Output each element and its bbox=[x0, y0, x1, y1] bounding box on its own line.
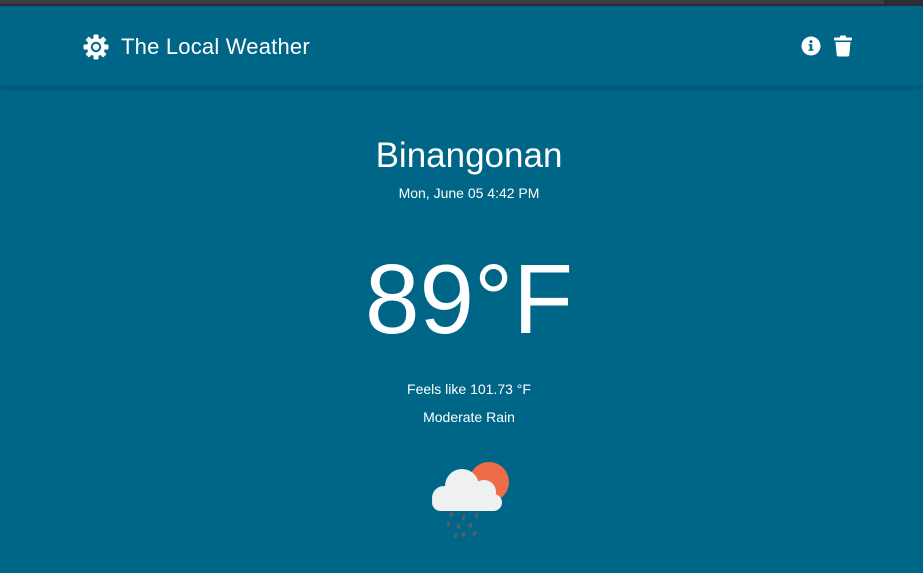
rain-drops bbox=[446, 512, 479, 538]
header-actions bbox=[791, 34, 855, 58]
brand: The Local Weather bbox=[82, 33, 310, 61]
feels-like: Feels like 101.73 °F bbox=[407, 381, 531, 397]
date-time: Mon, June 05 4:42 PM bbox=[398, 185, 540, 201]
app-bar: The Local Weather bbox=[0, 6, 923, 86]
delete-button[interactable] bbox=[831, 34, 855, 58]
info-circle-icon bbox=[801, 36, 821, 56]
weather-condition: Moderate Rain bbox=[423, 409, 515, 425]
window-scrollbar bbox=[0, 0, 884, 4]
app-title: The Local Weather bbox=[121, 34, 310, 59]
gear-icon bbox=[83, 34, 109, 60]
temperature: 89°F bbox=[364, 244, 574, 354]
trash-icon bbox=[834, 35, 852, 57]
cloud-sun-rain-icon bbox=[432, 462, 509, 538]
city-name: Binangonan bbox=[375, 136, 563, 175]
info-button[interactable] bbox=[799, 34, 823, 58]
